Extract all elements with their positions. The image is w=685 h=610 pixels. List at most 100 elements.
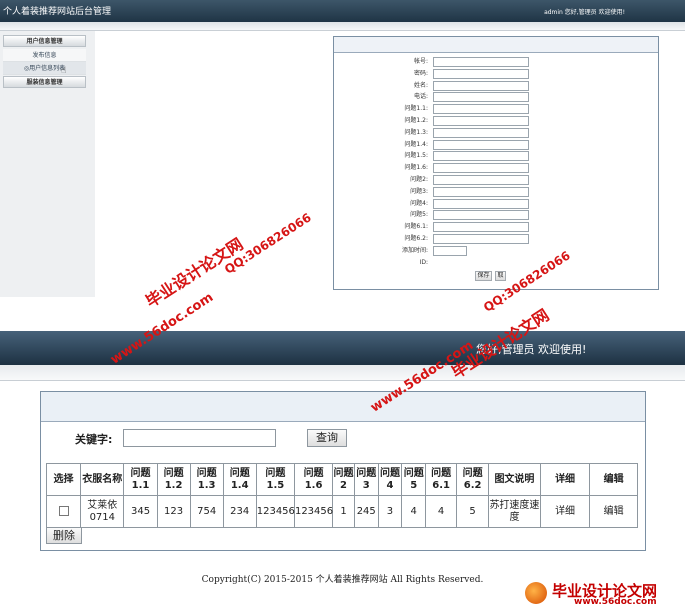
app-title: 个人着装推荐网站后台管理 <box>3 7 112 17</box>
form-field-label: 添加时间: <box>401 246 428 254</box>
table-cell: 123456 <box>255 495 295 528</box>
form-row: 问题1.2: <box>334 116 658 126</box>
table-cell: 123 <box>156 495 191 528</box>
form-row: 姓名: <box>334 80 658 91</box>
form-field-input[interactable] <box>433 127 529 138</box>
table-header-cell: 问题1.6 <box>293 463 334 496</box>
table-cell: 3 <box>377 495 403 528</box>
form-field-input[interactable] <box>433 186 529 197</box>
user-form-panel: 帐号: 密码: 姓名: 电话: 问题1.1: 问题1.2: 问题1.3: 问题1.4: 问题1.… <box>333 36 659 290</box>
table-cell: 1 <box>332 495 355 528</box>
welcome-text: admin 您好,管理员 欢迎使用! <box>544 9 625 16</box>
logo-globe-icon <box>525 582 547 604</box>
form-field-input[interactable] <box>433 57 529 67</box>
panel-header <box>334 37 658 53</box>
form-field-input[interactable] <box>433 163 529 174</box>
form-field-label: ID: <box>419 258 428 266</box>
table-header-cell: 选择 <box>45 463 82 496</box>
sidebar-head-clothing[interactable]: 服装信息管理 <box>3 76 86 88</box>
form-row: 问题1.1: <box>334 104 658 115</box>
form-field-input[interactable] <box>433 80 529 91</box>
table-header-cell: 问题1.3 <box>189 463 224 496</box>
table-header-cell: 问题1.4 <box>222 463 257 496</box>
list-sub-banner <box>0 365 685 381</box>
form-field-input[interactable] <box>433 175 529 185</box>
form-field-label: 问题1.3: <box>404 128 428 136</box>
form-field-label: 问题1.6: <box>404 164 428 172</box>
form-field-label: 问题6.1: <box>404 223 428 231</box>
form-row: 问题2: <box>334 175 658 185</box>
form-row: 问题1.4: <box>334 139 658 150</box>
form-field-input[interactable] <box>433 68 529 79</box>
sidebar-item-user-list[interactable]: ◎用户信息列表 <box>3 62 86 75</box>
row-select-cell <box>45 495 82 528</box>
form-field-input[interactable] <box>433 234 529 244</box>
site-logo: 毕业设计论文网 www.56doc.com <box>525 580 683 608</box>
table-cell: 5 <box>456 495 490 528</box>
table-header-cell: 问题5 <box>401 463 427 496</box>
form-field-input[interactable] <box>433 222 529 233</box>
form-row: 问题1.5: <box>334 151 658 162</box>
form-row: 问题1.3: <box>334 127 658 138</box>
form-field-input[interactable] <box>433 92 529 103</box>
table-header-cell: 编辑 <box>589 463 638 496</box>
sidebar-head-user-info[interactable]: 用户信息管理 <box>3 35 86 47</box>
table-header-cell: 问题1.5 <box>255 463 295 496</box>
keyword-label: 关键字: <box>75 433 113 446</box>
form-field-input[interactable] <box>433 104 529 115</box>
form-field-input[interactable] <box>433 139 529 150</box>
form-field-label: 帐号: <box>413 58 428 65</box>
form-row: 问题3: <box>334 186 658 197</box>
detail-link[interactable]: 详细 <box>539 495 591 528</box>
form-field-input[interactable] <box>433 151 529 162</box>
row-checkbox[interactable] <box>58 505 69 516</box>
keyword-input[interactable] <box>123 429 276 447</box>
panel-header <box>41 392 645 422</box>
form-row: 电话: <box>334 92 658 103</box>
form-field-label: 问题6.2: <box>404 235 428 242</box>
form-field-input[interactable] <box>433 198 529 209</box>
sidebar-item-publish[interactable]: 发布信息 <box>3 49 86 62</box>
form-row: 问题5: <box>334 210 658 221</box>
form-field-label: 问题5: <box>410 211 428 219</box>
form-row: 密码: <box>334 68 658 79</box>
form-row: 添加时间: <box>334 245 658 256</box>
edit-link[interactable]: 编辑 <box>589 495 638 528</box>
table-cell: 123456 <box>293 495 334 528</box>
form-field-label: 密码: <box>413 69 428 77</box>
table-cell: 345 <box>123 495 158 528</box>
table-cell: 4 <box>401 495 427 528</box>
table-header-cell: 详细 <box>539 463 591 496</box>
save-button[interactable]: 保存 <box>475 271 492 281</box>
table-header-cell: 问题1.2 <box>156 463 191 496</box>
table-header-cell: 问题3 <box>353 463 379 496</box>
delete-button[interactable]: 删除 <box>46 527 82 544</box>
form-field-label: 问题1.2: <box>404 117 428 124</box>
search-button[interactable]: 查询 <box>307 429 347 447</box>
sub-header-bar <box>0 22 685 31</box>
reset-button[interactable]: 取 <box>495 271 506 281</box>
list-header-banner: 您好,管理员 欢迎使用! <box>0 331 685 365</box>
table-cell: 754 <box>189 495 224 528</box>
form-field-label: 问题1.1: <box>404 105 428 113</box>
form-field-label: 姓名: <box>413 81 428 89</box>
form-row: 问题6.1: <box>334 222 658 233</box>
table-cell: 4 <box>425 495 458 528</box>
table-header-cell: 图文说明 <box>488 463 541 496</box>
table-header-row: 选择 衣服名称 问题1.1 问题1.2 问题1.3 问题1.4 问题1.5 问题1.6 问题2 问… <box>45 463 638 496</box>
form-field-input[interactable] <box>433 210 529 221</box>
form-field-input[interactable] <box>433 245 467 256</box>
form-field-input[interactable] <box>433 116 529 126</box>
form-row: ID: <box>334 258 658 268</box>
form-field-label: 问题1.4: <box>404 140 428 148</box>
table-cell: 艾莱依0714 <box>80 495 125 528</box>
hand-cursor-icon: ☝ <box>61 66 67 76</box>
form-row: 问题6.2: <box>334 234 658 244</box>
form-field-label: 电话: <box>413 93 428 101</box>
top-header-bar: 个人着装推荐网站后台管理 admin 您好,管理员 欢迎使用! <box>0 0 685 22</box>
table-header-cell: 问题6.1 <box>425 463 458 496</box>
form-field-label: 问题1.5: <box>404 152 428 160</box>
table-header-cell: 衣服名称 <box>80 463 125 496</box>
form-row: 问题1.6: <box>334 163 658 174</box>
clothing-list-panel: 关键字: 查询 选择 衣服名称 问题1.1 问题1.2 问题1.3 问题1.4 问题1.5 问… <box>40 391 646 551</box>
